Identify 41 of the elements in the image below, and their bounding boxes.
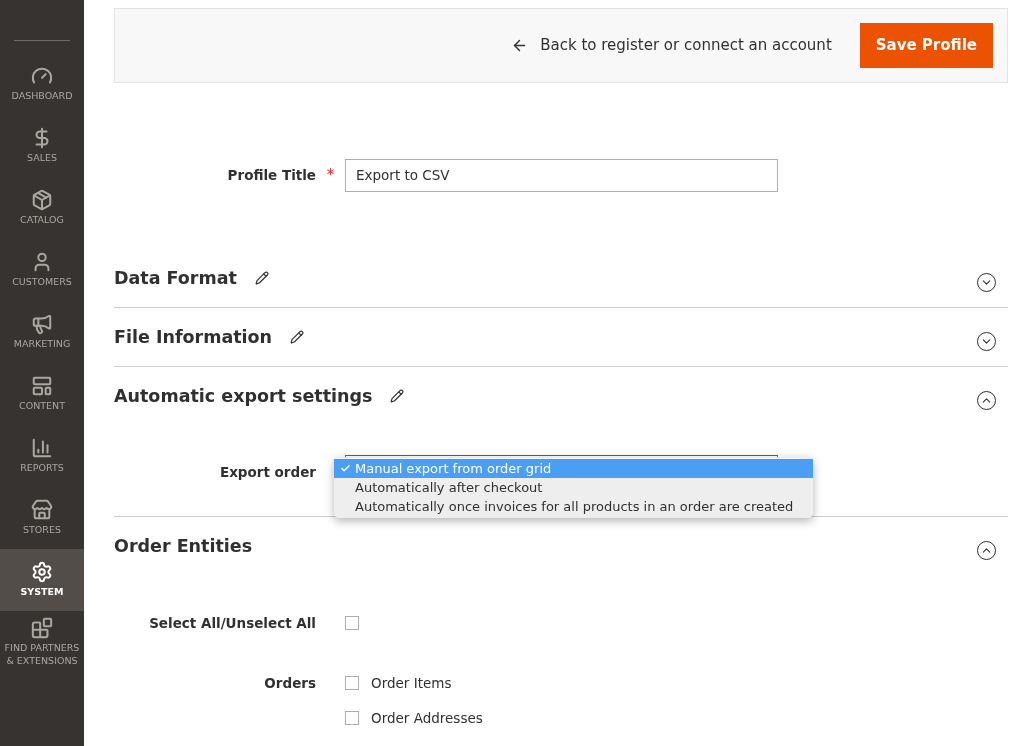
field-label: Profile Title (226, 167, 316, 184)
sidebar-item[interactable]: DASHBOARD (0, 53, 84, 115)
megaphone-icon (31, 313, 53, 336)
required-mark: * (325, 166, 336, 185)
sidebar-item[interactable]: SALES (0, 115, 84, 177)
bar-chart-icon (31, 437, 53, 460)
sidebar-item[interactable]: CATALOG (0, 177, 84, 239)
checkbox[interactable] (345, 676, 359, 690)
sidebar-item[interactable]: CONTENT (0, 363, 84, 425)
sidebar-item[interactable]: FIND PARTNERS & EXTENSIONS (0, 611, 84, 673)
storefront-icon (31, 499, 53, 522)
back-link[interactable]: Back to register or connect an account (511, 36, 832, 55)
field-label: Export order (218, 463, 316, 480)
save-button[interactable]: Save Profile (859, 22, 993, 68)
checkbox-label: Order Addresses (371, 710, 483, 726)
blocks-icon (31, 617, 53, 640)
sidebar-item[interactable]: SYSTEM (0, 549, 84, 611)
pencil-icon[interactable] (390, 389, 405, 403)
pencil-icon[interactable] (290, 330, 305, 344)
sidebar-item[interactable]: STORES (0, 487, 84, 549)
dropdown-option[interactable]: Manual export from order grid (334, 459, 814, 478)
box-icon (31, 189, 53, 212)
checkbox-label: Order Items (371, 675, 452, 691)
section-title[interactable]: Order Entities (114, 536, 253, 556)
layout-icon (31, 375, 53, 398)
dropdown-option[interactable]: Automatically after checkout (334, 478, 814, 497)
dropdown-option[interactable]: Automatically once invoices for all products in an order are created (334, 497, 814, 516)
checkbox[interactable] (345, 711, 359, 725)
section-title[interactable]: File Information (114, 327, 273, 347)
check-icon (340, 463, 351, 474)
sidebar-item[interactable]: CUSTOMERS (0, 239, 84, 301)
field-label: Select All/Unselect All (148, 615, 316, 631)
sidebar-item[interactable]: REPORTS (0, 425, 84, 487)
sidebar-item[interactable]: MARKETING (0, 301, 84, 363)
section-title[interactable]: Automatic export settings (114, 386, 373, 406)
pencil-icon[interactable] (254, 271, 269, 285)
settings-icon (31, 561, 53, 584)
field-label: Orders (263, 674, 316, 693)
section-title[interactable]: Data Format (114, 268, 237, 288)
checkbox[interactable] (345, 616, 359, 630)
input-field[interactable]: Export to CSV (345, 158, 778, 192)
